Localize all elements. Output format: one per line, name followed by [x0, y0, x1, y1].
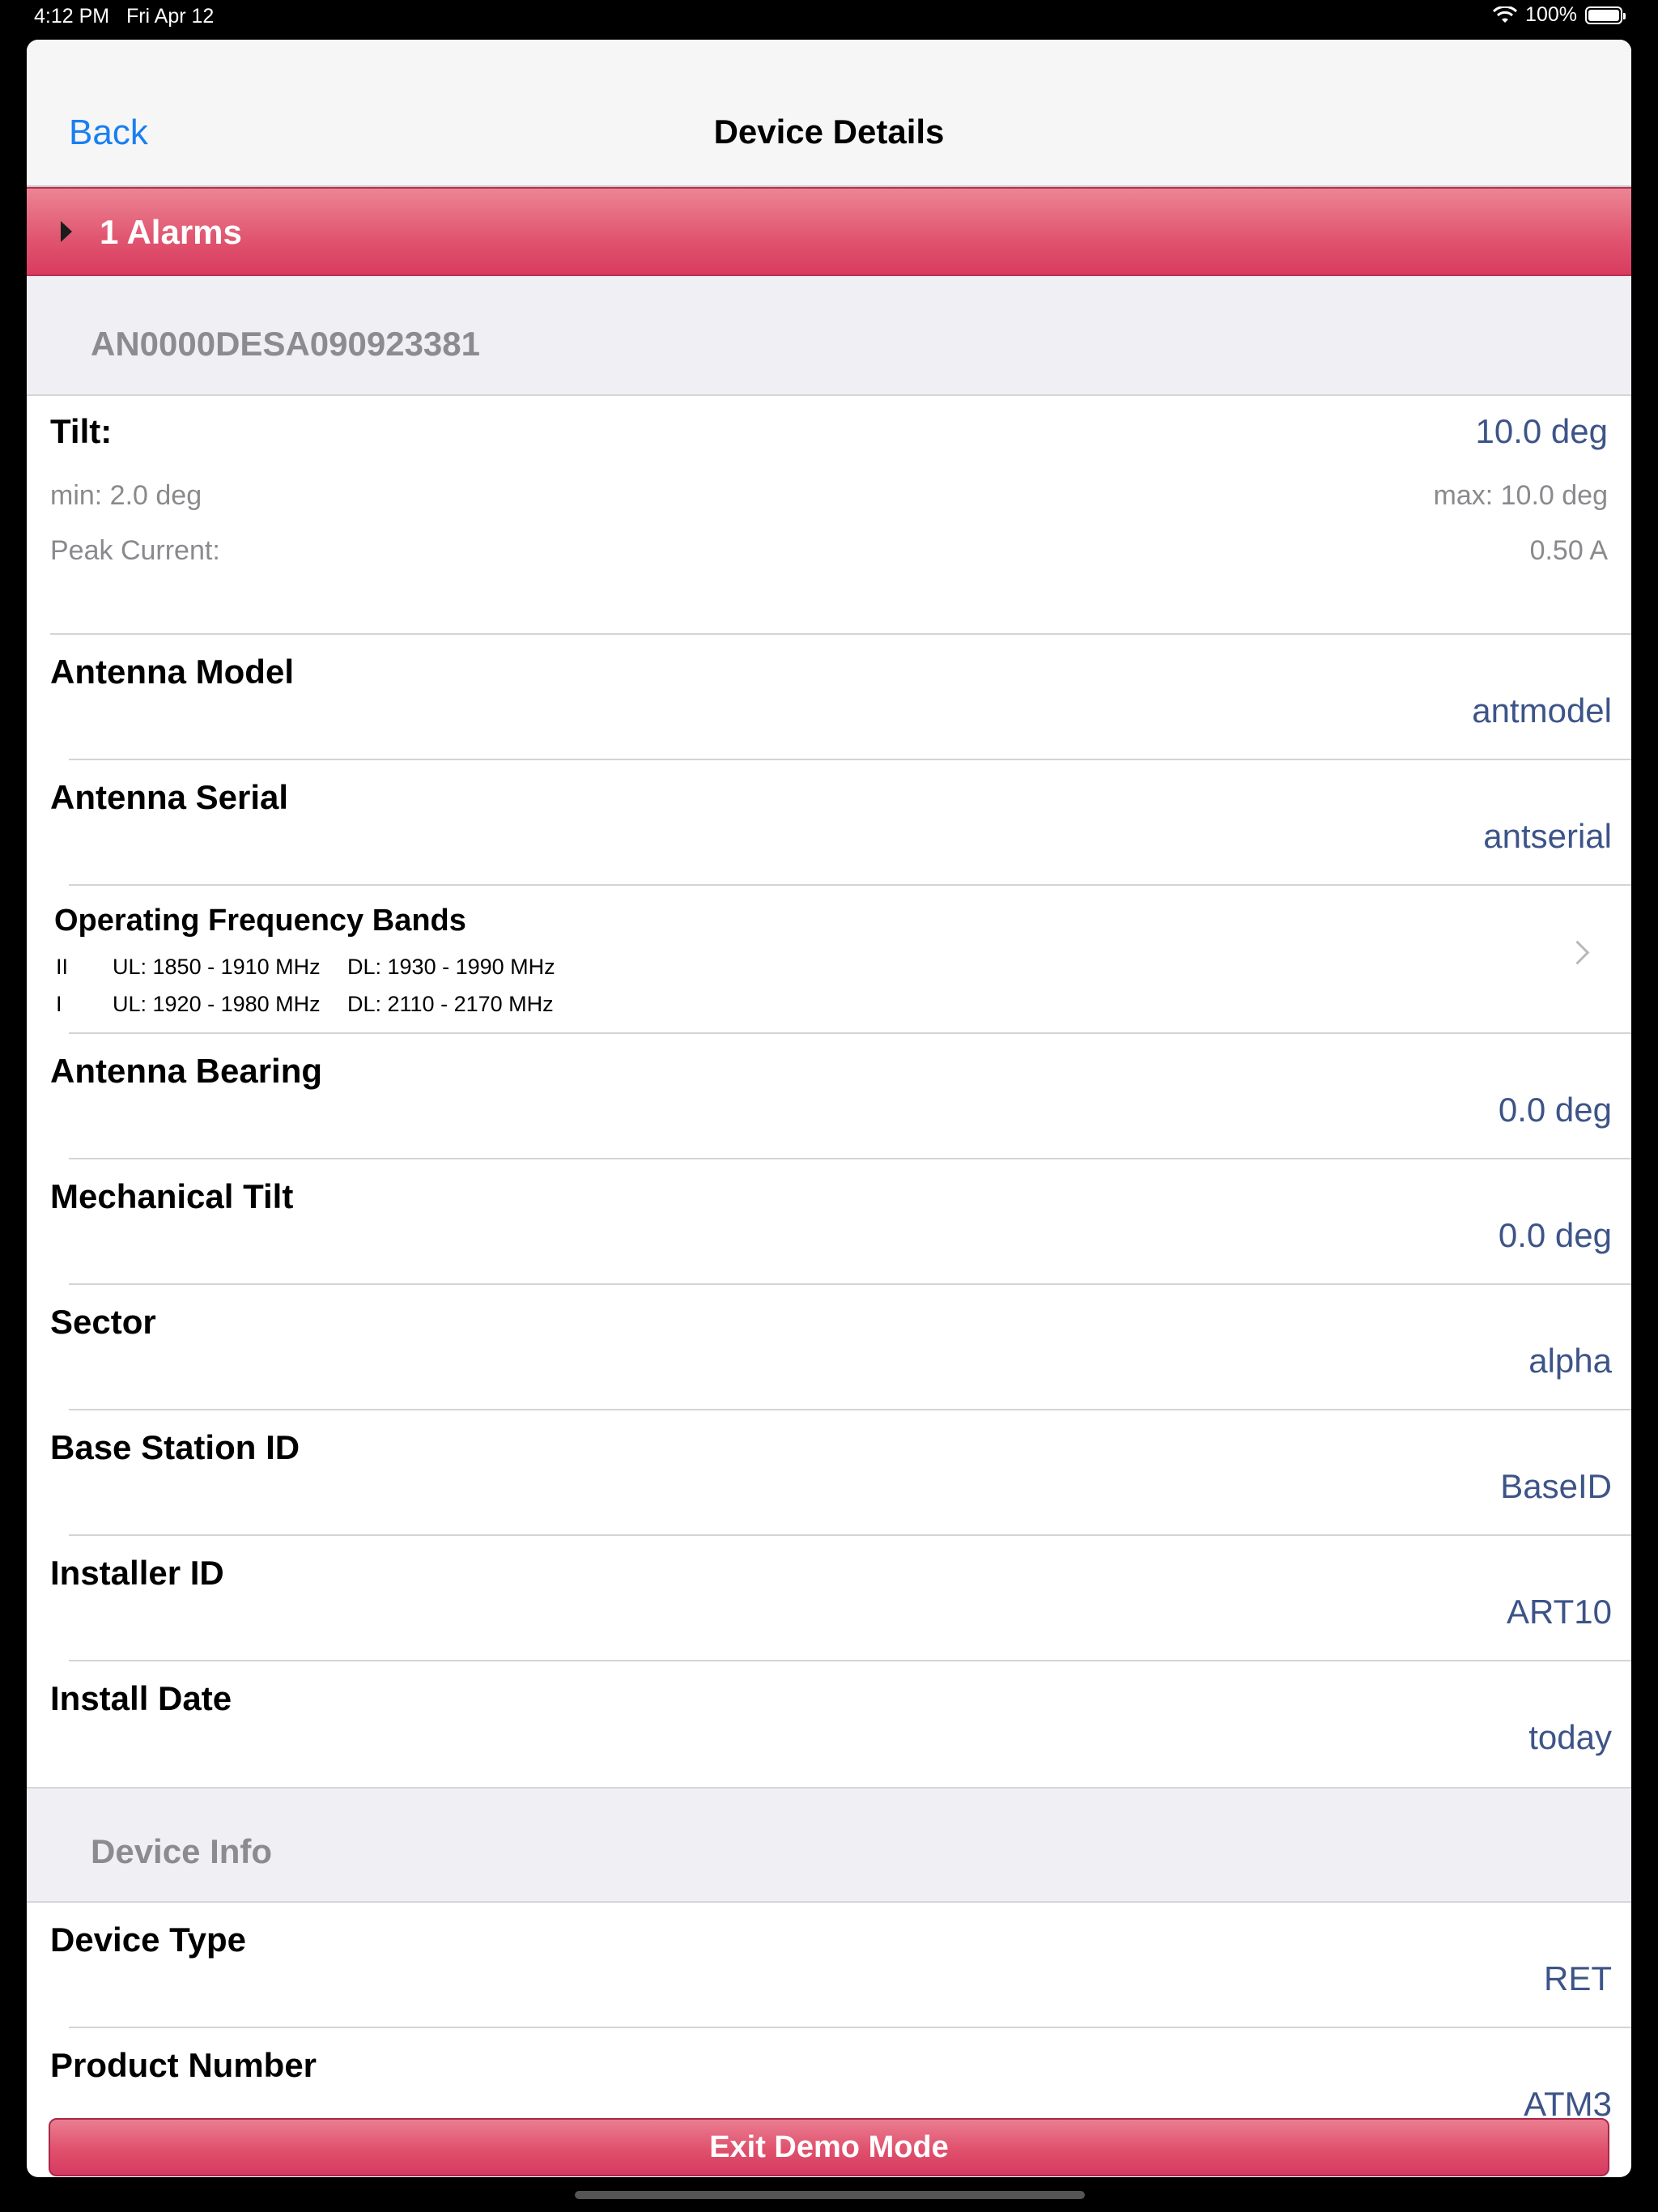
- band-dl: DL: 2110 - 2170 MHz: [347, 992, 554, 1016]
- install-date-row[interactable]: Install Date today: [27, 1661, 1631, 1787]
- tilt-value: 10.0 deg: [1475, 412, 1609, 450]
- row-label: Antenna Serial: [50, 778, 289, 816]
- peak-current-label: Peak Current:: [50, 535, 220, 566]
- peak-current-value: 0.50 A: [1529, 535, 1608, 566]
- row-value: ART10: [1507, 1593, 1612, 1631]
- disclosure-triangle-icon: [61, 221, 72, 242]
- exit-demo-mode-button[interactable]: Exit Demo Mode: [49, 2118, 1609, 2176]
- band-dl: DL: 1930 - 1990 MHz: [347, 955, 555, 979]
- device-serial-section-header: AN0000DESA090923381: [27, 276, 1631, 396]
- status-time-date: 4:12 PM Fri Apr 12: [34, 5, 215, 28]
- device-info-header: Device Info: [91, 1832, 273, 1870]
- battery-icon: [1585, 6, 1626, 24]
- status-right: 100%: [1493, 3, 1626, 27]
- device-details-screen: Back Device Details 1 Alarms AN0000DESA0…: [27, 40, 1631, 2177]
- mechanical-tilt-row[interactable]: Mechanical Tilt 0.0 deg: [27, 1159, 1631, 1285]
- installer-id-row[interactable]: Installer ID ART10: [27, 1536, 1631, 1661]
- row-value: 0.0 deg: [1498, 1216, 1612, 1254]
- band-id: II: [56, 955, 69, 979]
- antenna-serial-row[interactable]: Antenna Serial antserial: [27, 760, 1631, 886]
- row-label: Sector: [50, 1303, 156, 1341]
- band-id: I: [56, 992, 62, 1016]
- row-value: antserial: [1483, 817, 1612, 855]
- battery-percent: 100%: [1525, 3, 1577, 26]
- row-label: Install Date: [50, 1679, 232, 1717]
- status-bar: 4:12 PM Fri Apr 12 100%: [0, 0, 1658, 32]
- tilt-max: max: 10.0 deg: [1433, 480, 1608, 511]
- page-title: Device Details: [713, 113, 945, 151]
- navigation-bar: Back Device Details: [27, 40, 1631, 187]
- wifi-icon: [1493, 6, 1518, 23]
- row-label: Base Station ID: [50, 1428, 300, 1466]
- row-label: Installer ID: [50, 1554, 224, 1592]
- base-station-id-row[interactable]: Base Station ID BaseID: [27, 1410, 1631, 1536]
- row-label: Antenna Model: [50, 653, 294, 691]
- operating-frequency-bands-row[interactable]: Operating Frequency Bands II UL: 1850 - 1…: [27, 886, 1631, 1034]
- frequency-bands-title: Operating Frequency Bands: [54, 904, 466, 938]
- antenna-bearing-row[interactable]: Antenna Bearing 0.0 deg: [27, 1034, 1631, 1159]
- row-value: 0.0 deg: [1498, 1091, 1612, 1129]
- row-value: antmodel: [1472, 691, 1612, 730]
- tilt-min: min: 2.0 deg: [50, 480, 202, 511]
- band-line: I UL: 1920 - 1980 MHz DL: 2110 - 2170 MHz: [56, 992, 554, 1017]
- sector-row[interactable]: Sector alpha: [27, 1285, 1631, 1410]
- row-value: alpha: [1528, 1342, 1612, 1380]
- row-label: Device Type: [50, 1921, 247, 1959]
- row-label: Product Number: [50, 2046, 317, 2084]
- row-value: today: [1528, 1718, 1612, 1756]
- device-type-row[interactable]: Device Type RET: [27, 1903, 1631, 2028]
- tilt-row[interactable]: Tilt: 10.0 deg min: 2.0 deg max: 10.0 de…: [27, 396, 1631, 635]
- band-ul: UL: 1920 - 1980 MHz: [113, 992, 321, 1016]
- antenna-model-row[interactable]: Antenna Model antmodel: [27, 635, 1631, 760]
- chevron-right-icon: [1565, 940, 1590, 965]
- home-indicator[interactable]: [575, 2191, 1085, 2199]
- device-serial: AN0000DESA090923381: [91, 325, 481, 363]
- device-info-section-header: Device Info: [27, 1787, 1631, 1903]
- alarms-disclosure-bar[interactable]: 1 Alarms: [27, 187, 1631, 276]
- row-value: RET: [1544, 1959, 1612, 1997]
- alarms-label: 1 Alarms: [100, 213, 242, 251]
- tilt-label: Tilt:: [50, 412, 113, 450]
- band-line: II UL: 1850 - 1910 MHz DL: 1930 - 1990 MHz: [56, 955, 555, 980]
- row-label: Antenna Bearing: [50, 1052, 323, 1090]
- band-ul: UL: 1850 - 1910 MHz: [113, 955, 321, 979]
- row-label: Mechanical Tilt: [50, 1177, 294, 1215]
- row-value: BaseID: [1500, 1467, 1612, 1505]
